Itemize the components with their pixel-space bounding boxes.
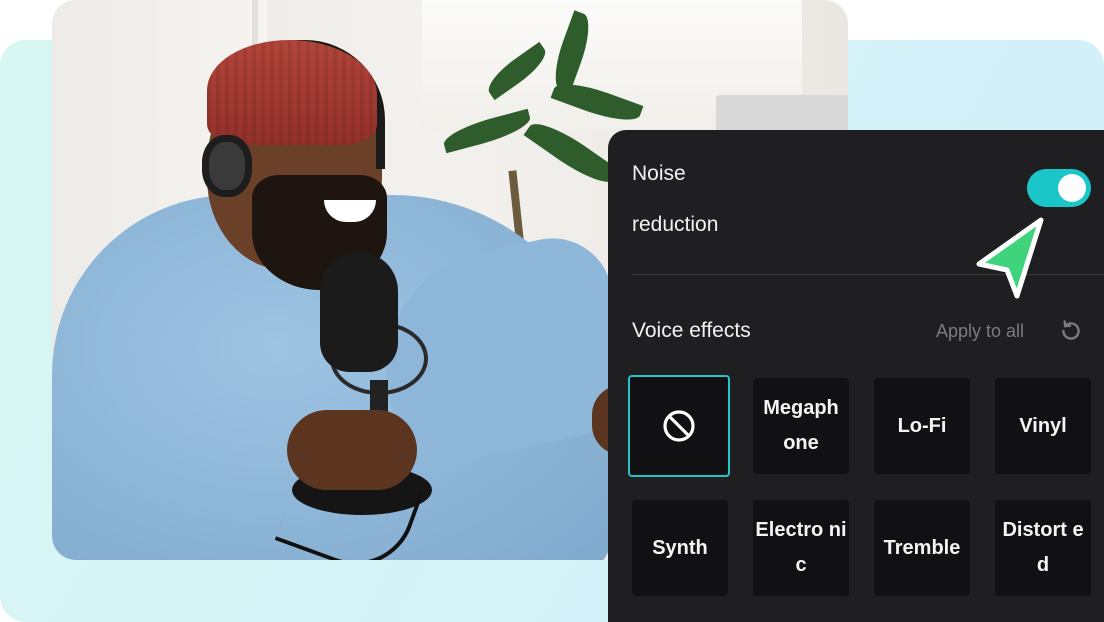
background-monitor (716, 95, 848, 135)
effect-tile-lofi[interactable]: Lo-Fi (874, 378, 970, 474)
effect-tile-tremble[interactable]: Tremble (874, 500, 970, 596)
effect-tile-none[interactable] (628, 375, 730, 477)
red-beanie (207, 40, 377, 145)
noise-reduction-label: Noise reduction (632, 148, 718, 250)
headphones-earcup (202, 135, 252, 197)
audio-settings-panel: Noise reduction Voice effects Apply to a… (608, 130, 1104, 622)
voice-effects-title: Voice effects (632, 319, 751, 342)
no-effect-icon (663, 410, 695, 442)
effect-tile-distorted[interactable]: Distort ed (995, 500, 1091, 596)
microphone (320, 252, 398, 372)
effect-tile-label: Synth (652, 536, 708, 559)
effect-tile-label: Lo-Fi (897, 414, 947, 437)
pointer-cursor-icon (976, 217, 1044, 299)
effect-tile-label: Megaph one (763, 397, 839, 454)
effect-tile-vinyl[interactable]: Vinyl (995, 378, 1091, 474)
noise-reduction-toggle[interactable] (1027, 169, 1091, 207)
effect-tile-megaphone[interactable]: Megaph one (753, 378, 849, 474)
effect-tile-electronic[interactable]: Electro nic (753, 500, 849, 596)
effect-tile-label: Tremble (883, 536, 961, 559)
apply-to-all-button[interactable]: Apply to all (936, 321, 1024, 342)
reset-icon[interactable] (1058, 318, 1084, 344)
noise-reduction-label-line2: reduction (632, 213, 719, 236)
effect-tile-label: Electro nic (755, 519, 847, 576)
effect-tile-label: Distort ed (1002, 519, 1084, 576)
noise-reduction-label-line1: Noise (632, 162, 686, 185)
hand-on-mic (287, 410, 417, 490)
effect-tile-label: Vinyl (1019, 414, 1067, 437)
toggle-knob (1058, 174, 1086, 202)
effect-tile-synth[interactable]: Synth (632, 500, 728, 596)
